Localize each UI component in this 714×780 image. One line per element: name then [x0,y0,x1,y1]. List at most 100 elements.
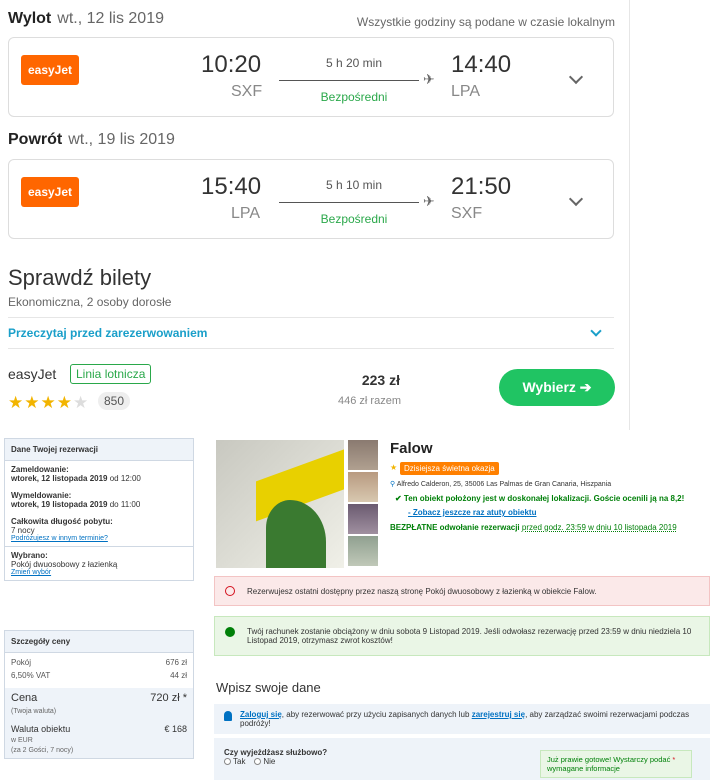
yes-label: Tak [233,757,246,766]
checkin: Zameldowanie: wtorek, 12 listopada 2019 … [5,461,193,487]
star-icon: ★★★★ [8,393,73,412]
flight-duration: 5 h 20 min [325,56,383,70]
radio-icon[interactable] [224,758,231,765]
vat-label: 6,50% VAT [11,671,51,680]
hotel-thumbnails[interactable] [348,440,378,568]
login-prompt: Zaloguj się, aby rezerwować przy użyciu … [214,704,710,734]
price-details-title: Szczegóły ceny [5,631,193,653]
location-pin-icon: ⚲ [390,481,396,488]
clock-icon [225,586,235,596]
star-icon: ★ [390,463,398,472]
checkin-label: Zameldowanie: [11,465,69,474]
price-details: Szczegóły ceny Pokój 676 zł 6,50% VAT 44… [4,630,194,759]
return-flight-card[interactable]: easyJet 15:40 LPA 5 h 10 min ✈ Bezpośred… [8,159,614,239]
checkout-value: wtorek, 19 listopada 2019 [11,500,108,509]
property-currency-sub: w EUR [11,737,33,744]
charge-info-text: Twój rachunek zostanie obciążony w dniu … [247,627,692,645]
price-row-room: Pokój 676 zł [5,653,193,669]
checkin-time: od 12:00 [109,474,141,483]
hotel-photo[interactable] [216,440,344,568]
thumbnail[interactable] [348,504,378,534]
arrival-time: 14:40 [451,51,512,78]
return-header: Powrót wt., 19 lis 2019 [8,131,175,149]
register-link[interactable]: zarejestruj się [472,710,525,719]
deal-badge: Dzisiejsza świetna okazja [400,462,499,475]
charge-info-alert: Twój rachunek zostanie obciążony w dniu … [214,616,710,656]
hotel-address-text: Alfredo Calderon, 25, 35006 Las Palmas d… [396,481,612,488]
departure-code: SXF [231,83,263,100]
stops-label: Bezpośredni [320,212,388,226]
tickets-subtitle: Ekonomiczna, 2 osoby dorosłe [8,295,172,309]
room-label: Pokój [11,658,32,667]
thumbnail[interactable] [348,472,378,502]
chevron-down-icon [590,325,602,337]
outbound-date: wt., 12 lis 2019 [57,10,164,27]
business-yes-radio[interactable]: Tak [224,757,245,766]
divider [629,0,630,430]
user-icon [224,711,232,721]
flight-line [279,202,419,203]
easyjet-logo: easyJet [21,177,79,207]
flight-duration: 5 h 10 min [325,178,383,192]
business-no-radio[interactable]: Nie [254,757,275,766]
plane-icon: ✈ [423,71,435,87]
flight-line [279,80,419,81]
arrival-time: 21:50 [451,173,512,200]
airline-name: easyJet [8,366,57,382]
location-note: ✔ Ten obiekt położony jest w doskonałej … [395,494,685,503]
login-link[interactable]: Zaloguj się [240,710,282,719]
change-choice-link[interactable]: Zmień wybór [11,569,187,576]
price-row-vat: 6,50% VAT 44 zł [5,669,193,682]
select-button[interactable]: Wybierz ➔ [499,369,615,406]
see-more-link[interactable]: - Zobacz jeszcze raz atuty obiektu [408,508,536,517]
stay-length-value: 7 nocy [11,526,35,535]
arrival-code: LPA [451,83,481,100]
thumbnail[interactable] [348,536,378,566]
ticket-price-total: 446 zł razem [338,395,401,407]
outbound-label: Wylot [8,10,52,27]
hotel-address: ⚲ Alfredo Calderon, 25, 35006 Las Palmas… [390,480,611,488]
property-currency-label: Waluta obiektu [11,724,71,734]
login-mid: , aby rezerwować przy użyciu zapisanych … [281,710,470,719]
easyjet-logo: easyJet [21,55,79,85]
hotel-name: Falow [390,440,433,457]
return-date: wt., 19 lis 2019 [68,131,175,148]
chosen-label: Wybrano: [11,551,48,560]
total-sub: (Twoja waluta) [11,708,57,715]
room-value: 676 zł [165,658,187,667]
thumbnail[interactable] [348,440,378,470]
booking-panel: Dane Twojej rezerwacji Zameldowanie: wto… [0,430,714,780]
info-icon [225,627,235,637]
stay-length-label: Całkowita długość pobytu: [11,517,113,526]
vat-value: 44 zł [170,671,187,680]
see-more-text: Zobacz jeszcze raz atuty obiektu [412,508,537,517]
radio-icon[interactable] [254,758,262,765]
last-room-text: Rezerwujesz ostatni dostępny przez naszą… [247,587,597,596]
arrival-code: SXF [451,205,483,222]
review-count: 850 [98,392,131,410]
outbound-flight-card[interactable]: easyJet 10:20 SXF 5 h 20 min ✈ Bezpośred… [8,37,614,117]
property-currency-value: € 168 [164,724,187,734]
departure-code: LPA [231,205,261,222]
last-room-alert: Rezerwujesz ostatni dostępny przez naszą… [214,576,710,606]
checkout: Wymeldowanie: wtorek, 19 listopada 2019 … [5,487,193,513]
reservation-summary: Dane Twojej rezerwacji Zameldowanie: wto… [4,438,194,581]
read-before-booking-toggle[interactable]: Przeczytaj przed zarezerwowaniem [8,317,614,349]
star-empty-icon: ★ [72,393,90,412]
expand-chevron-icon[interactable] [568,191,584,207]
expand-chevron-icon[interactable] [568,69,584,85]
departure-time: 10:20 [201,51,262,78]
your-details-title: Wpisz swoje dane [216,680,321,695]
rating-stars: ★★★★★ [8,393,89,413]
read-before-label: Przeczytaj przed zarezerwowaniem [8,326,208,340]
almost-done-text-2: wymagane informacje [547,764,620,773]
departure-time: 15:40 [201,173,262,200]
tickets-title: Sprawdź bilety [8,265,152,290]
timezone-note: Wszystkie godziny są podane w czasie lok… [356,15,615,29]
guests-note: (za 2 Gości, 7 nocy) [11,747,74,754]
chosen-value: Pokój dwuosobowy z łazienką [11,560,118,569]
chosen-room: Wybrano: Pokój dwuosobowy z łazienką Zmi… [5,546,193,580]
airline-badge: Linia lotnicza [70,364,152,384]
free-cancellation: BEZPŁATNE odwołanie rezerwacji przed god… [390,523,677,532]
change-dates-link[interactable]: Podróżujesz w innym terminie? [11,535,187,542]
